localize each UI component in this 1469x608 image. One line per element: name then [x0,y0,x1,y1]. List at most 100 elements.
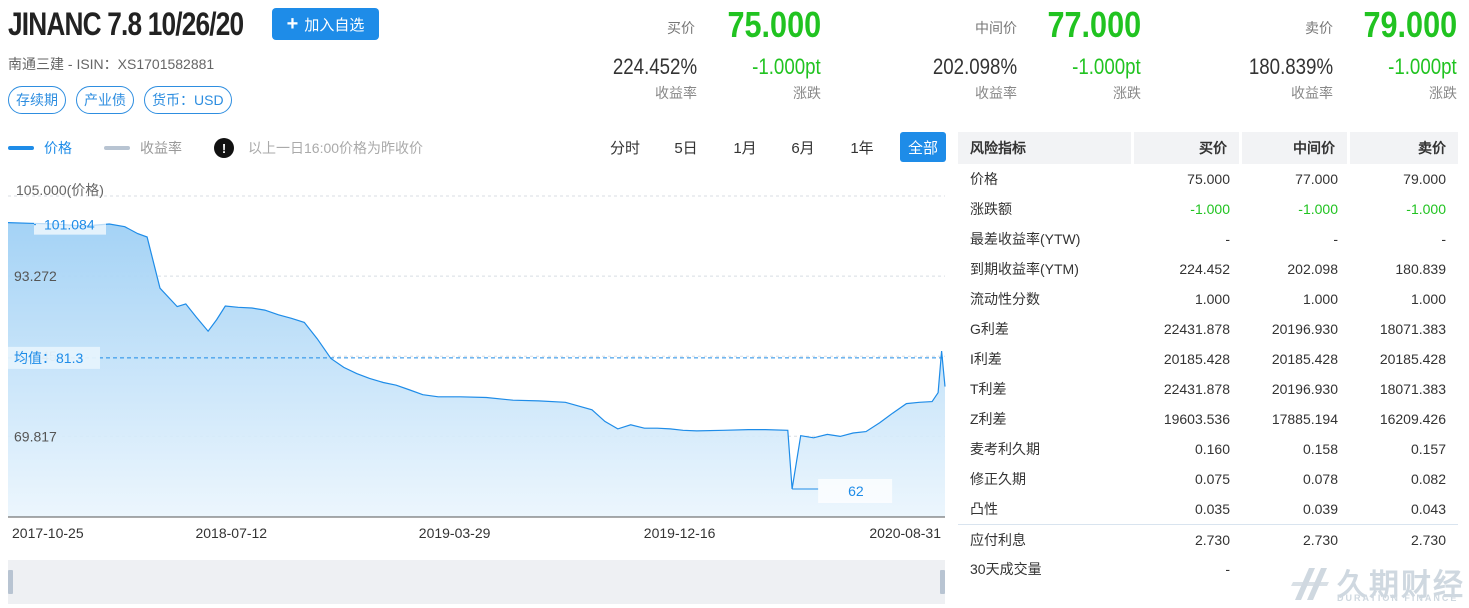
row-indicator-name: 修正久期 [970,471,1026,487]
row-bid-value: 2.730 [1134,524,1242,554]
price-area [8,222,945,517]
add-watchlist-label: 加入自选 [304,16,365,34]
col-header-indicator: 风险指标 [958,132,1134,164]
yield-line-swatch [104,146,130,150]
quote-bid-change-label: 涨跌 [793,85,821,101]
row-mid-value: 20196.930 [1271,381,1338,397]
price-chart[interactable]: 93.27281.54569.817 2017-10-252018-07-122… [0,172,950,552]
scroller-right-handle[interactable] [940,570,945,594]
row-indicator-name: Z利差 [970,411,1007,427]
legend-yield-label: 收益率 [140,140,182,156]
row-mid-value: 0.039 [1302,501,1338,517]
mean-label: 均值：81.3 [14,350,83,366]
row-ask-value: 0.043 [1410,501,1446,517]
row-ask-value: -1.000 [1406,201,1446,217]
row-bid-value: - [1225,231,1230,247]
legend-price-label: 价格 [44,140,72,156]
row-mid-value: 77.000 [1295,171,1338,187]
tag-list: 存续期 产业债 货币：USD [8,86,232,114]
quote-mid-yield-label: 收益率 [975,85,1017,101]
plus-icon: + [286,13,299,35]
row-indicator-name: 凸性 [970,501,998,517]
row-indicator-name: 流动性分数 [970,291,1040,307]
tag-currency[interactable]: 货币：USD [144,86,232,114]
info-icon: ! [214,138,234,158]
x-tick-label: 2019-12-16 [644,525,716,541]
row-mid-value: 0.078 [1302,471,1338,487]
table-row: T利差 22431.878 20196.930 18071.383 [958,374,1458,404]
row-mid-value: 20196.930 [1271,321,1338,337]
row-ask-value: - [1441,231,1446,247]
quote-mid-price: 77.000 [1047,4,1141,45]
table-row: 应付利息 2.730 2.730 2.730 [958,524,1458,554]
row-indicator-name: 应付利息 [958,524,1134,554]
range-intraday[interactable]: 分时 [600,132,650,162]
row-ask-value: 0.157 [1410,441,1446,457]
legend-note: ! 以上一日16:00价格为昨收价 [214,138,423,158]
row-ask-value: 1.000 [1410,291,1446,307]
table-row: I利差 20185.428 20185.428 20185.428 [958,344,1458,374]
table-row: 麦考利久期 0.160 0.158 0.157 [958,434,1458,464]
row-indicator-name: 到期收益率(YTM) [970,261,1079,277]
row-bid-value: 224.452 [1179,261,1230,277]
legend-yield[interactable]: 收益率 [104,138,182,158]
row-indicator-name: 价格 [970,171,998,187]
row-mid-value: 2.730 [1242,524,1350,554]
legend-price[interactable]: 价格 [8,138,72,158]
quote-bid-label: 买价 [667,20,695,36]
scroller-left-handle[interactable] [8,570,13,594]
range-all[interactable]: 全部 [900,132,946,162]
quote-bid: 买价 75.000 224.452% -1.000pt 收益率 涨跌 [560,0,825,110]
row-bid-value: 0.160 [1194,441,1230,457]
range-1m[interactable]: 1月 [722,132,768,162]
table-row: 涨跌额 -1.000 -1.000 -1.000 [958,194,1458,224]
y-axis-title: 105.000(价格) [16,182,104,198]
row-mid-value: 20185.428 [1271,351,1338,367]
chart-range-scroller[interactable] [8,560,945,604]
table-row: 最差收益率(YTW) - - - [958,224,1458,254]
row-ask-value: 0.082 [1410,471,1446,487]
mean-marker: 均值：81.3 [8,346,100,369]
row-mid-value: 1.000 [1302,291,1338,307]
max-label: 101.084 [44,217,95,233]
table-row: 流动性分数 1.000 1.000 1.000 [958,284,1458,314]
col-header-bid: 买价 [1134,132,1242,164]
quote-ask-yield: 180.839% [1248,54,1333,79]
row-ask-value: 2.730 [1350,524,1458,554]
logo-mark-icon [1291,568,1329,600]
quote-bid-yield-label: 收益率 [655,85,697,101]
quote-ask-change: -1.000pt [1388,54,1457,79]
row-indicator-name: 30天成交量 [970,561,1042,577]
y-tick-label: 93.272 [14,268,57,284]
range-1y[interactable]: 1年 [838,132,886,162]
row-bid-value: 19603.536 [1163,411,1230,427]
tag-category[interactable]: 产业债 [76,86,134,114]
quote-ask-change-label: 涨跌 [1429,85,1457,101]
range-5d[interactable]: 5日 [650,132,722,162]
x-tick-label: 2019-03-29 [419,525,491,541]
row-ask-value: 180.839 [1395,261,1446,277]
row-ask-value: 16209.426 [1379,411,1446,427]
bond-subtitle: 南通三建 - ISIN：XS1701582881 [8,56,215,72]
quote-bid-yield: 224.452% [612,54,697,79]
row-bid-value: 0.075 [1194,471,1230,487]
range-6m[interactable]: 6月 [768,132,838,162]
tag-status[interactable]: 存续期 [8,86,66,114]
y-tick-label: 69.817 [14,428,57,444]
max-marker: 101.084 [34,214,106,235]
row-bid-value: 20185.428 [1163,351,1230,367]
row-bid-value: 0.035 [1194,501,1230,517]
row-indicator-name: T利差 [970,381,1007,397]
quote-mid-change-label: 涨跌 [1113,85,1141,101]
price-line-swatch [8,146,34,150]
row-mid-value: -1.000 [1298,201,1338,217]
row-indicator-name: G利差 [970,321,1009,337]
add-watchlist-button[interactable]: + 加入自选 [272,8,379,40]
col-header-ask: 卖价 [1350,132,1458,164]
logo-subtext: DURATION FINANCE [1337,593,1459,603]
legend-note-text: 以上一日16:00价格为昨收价 [248,140,424,156]
row-indicator-name: 最差收益率(YTW) [970,231,1081,247]
quote-mid-yield: 202.098% [932,54,1017,79]
range-selector: 分时 5日 1月 6月 1年 全部 [600,132,946,162]
quote-mid-change: -1.000pt [1072,54,1141,79]
